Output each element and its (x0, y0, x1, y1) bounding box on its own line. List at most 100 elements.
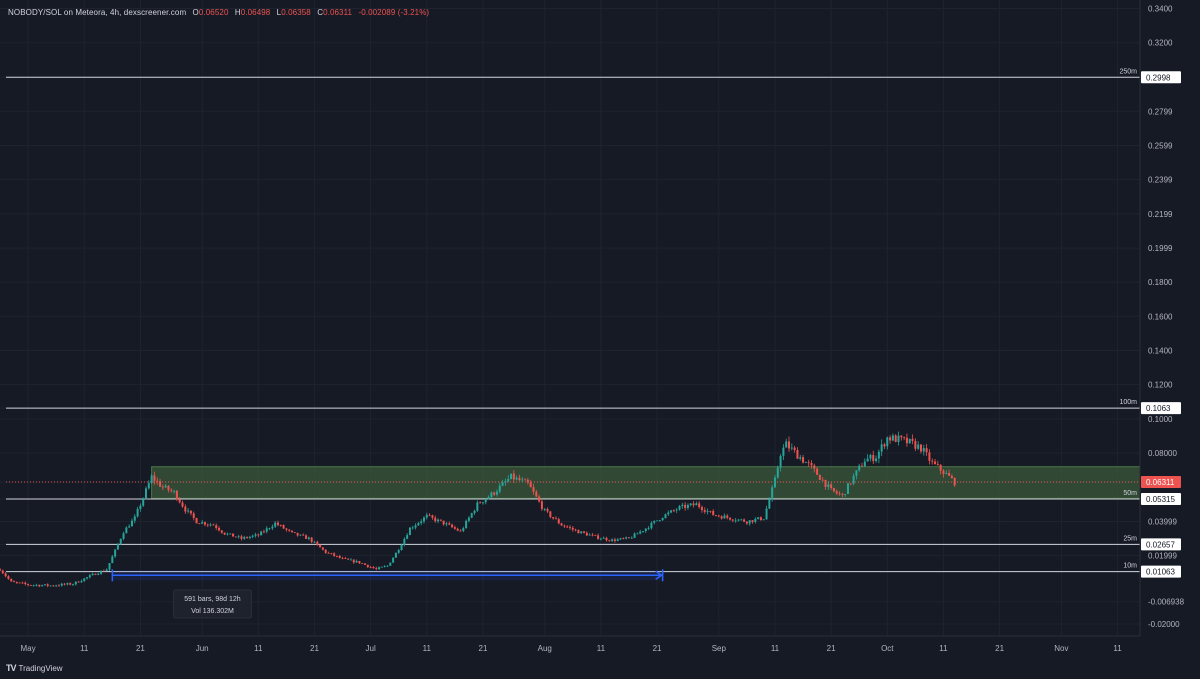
candle-body (535, 491, 538, 497)
candle-body (333, 553, 336, 556)
candle-body (451, 524, 454, 528)
candle-body (465, 520, 468, 529)
candle-body (922, 448, 925, 452)
price-chart[interactable]: 250m 100m 50m 25m 10m 591 bars, 98d 12h Vol 1… (0, 0, 1200, 679)
candle-body (212, 524, 215, 526)
candle-body (293, 532, 296, 533)
candle-body (156, 480, 159, 482)
candle-body (406, 535, 409, 539)
high-value: 0.06498 (240, 8, 271, 17)
candle-body (686, 504, 689, 508)
candle-body (60, 583, 63, 586)
candle-body (875, 458, 878, 462)
candle-body (0, 569, 1, 571)
candle-body (672, 510, 675, 512)
candle-body (139, 505, 142, 510)
candle-body (754, 518, 757, 523)
candle-body (97, 573, 100, 575)
candle-body (748, 520, 751, 524)
candle-body (642, 531, 645, 532)
candle-body (844, 493, 847, 495)
candle-body (832, 488, 835, 492)
candle-body (863, 461, 866, 467)
candle-body (605, 537, 608, 541)
candle-body (591, 534, 594, 536)
candle-body (611, 539, 614, 541)
candle-body (771, 487, 774, 500)
candle-body (361, 563, 364, 565)
candle-body (894, 435, 897, 442)
candle-body (931, 460, 934, 462)
tradingview-brand[interactable]: TV TradingView (6, 663, 63, 673)
candle-body (779, 455, 782, 468)
candle-body (145, 488, 148, 499)
candle-body (945, 473, 948, 474)
candle-body (521, 479, 524, 481)
time-tick-label: Jul (366, 644, 376, 653)
candle-body (717, 515, 720, 517)
candle-body (698, 503, 701, 508)
candle-body (571, 527, 574, 530)
candle-body (74, 581, 77, 585)
candle-body (189, 510, 192, 514)
candle-body (27, 584, 30, 586)
candle-body (546, 508, 549, 512)
candle-body (153, 475, 156, 481)
candle-body (658, 520, 661, 521)
candle-body (740, 519, 743, 521)
candle-body (804, 462, 807, 464)
candle-body (510, 473, 513, 480)
candle-body (715, 515, 718, 517)
candle-body (128, 526, 131, 528)
price-tick-label: -0.006938 (1148, 598, 1185, 607)
candle-body (215, 525, 218, 529)
candle-body (939, 464, 942, 471)
candle-body (271, 526, 274, 529)
candle-body (276, 522, 279, 526)
price-tick-label: 0.1800 (1148, 278, 1173, 287)
candle-body (481, 502, 484, 504)
candle-body (86, 577, 89, 579)
candle-body (723, 515, 726, 519)
level-label: 250m (1119, 68, 1137, 75)
candle-body (417, 523, 420, 526)
candle-body (288, 529, 291, 531)
candle-body (636, 533, 639, 535)
candle-body (675, 509, 678, 511)
measure-volume-text: Vol 136.302M (191, 608, 234, 615)
candle-body (10, 578, 13, 582)
candle-body (903, 437, 906, 439)
level-label: 25m (1123, 535, 1137, 542)
price-tick-label: 0.2399 (1148, 176, 1173, 185)
price-tick-label: 0.1600 (1148, 312, 1173, 321)
candle-body (667, 512, 670, 515)
candle-body (352, 559, 355, 563)
candle-body (827, 484, 830, 487)
candle-body (897, 435, 900, 442)
candle-body (220, 530, 223, 533)
candle-body (307, 537, 310, 539)
candle-body (285, 528, 288, 530)
candle-body (408, 527, 411, 536)
candle-body (597, 535, 600, 539)
candle-body (880, 444, 883, 452)
candle-body (119, 538, 122, 545)
candle-body (453, 527, 456, 529)
candle-body (240, 536, 243, 539)
candle-body (378, 567, 381, 570)
candle-body (7, 576, 10, 579)
candle-body (487, 496, 490, 500)
time-tick-label: 21 (653, 644, 662, 653)
candle-body (737, 519, 740, 521)
candle-body (178, 499, 181, 503)
candle-body (532, 487, 535, 492)
candle-body (349, 559, 352, 561)
time-tick-label: 11 (423, 644, 432, 653)
low-value: 0.06358 (281, 8, 311, 17)
candle-body (209, 524, 212, 526)
candle-body (164, 485, 167, 488)
candle-body (347, 558, 350, 560)
time-tick-label: Sep (712, 644, 727, 653)
time-tick-label: 11 (771, 644, 780, 653)
candle-body (917, 444, 920, 449)
